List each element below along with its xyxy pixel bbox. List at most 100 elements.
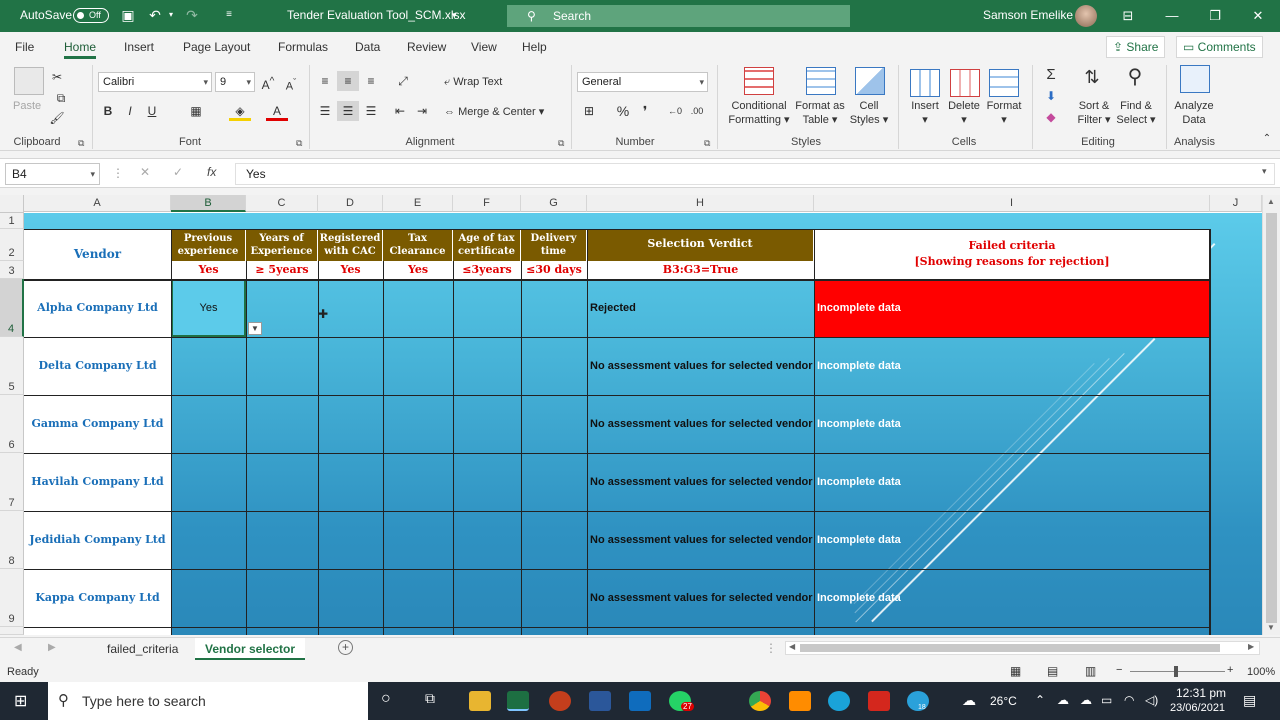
chrome-icon[interactable] — [749, 691, 771, 711]
clock-date[interactable]: 23/06/2021 — [1170, 702, 1225, 714]
failed-criteria-jedidiah[interactable]: Incomplete data — [814, 511, 1210, 569]
tab-page-layout[interactable]: Page Layout — [183, 40, 250, 54]
row-header-5[interactable]: 5 — [0, 337, 24, 395]
paste-icon[interactable] — [14, 67, 44, 95]
alignment-launcher-icon[interactable]: ⧉ — [558, 138, 564, 149]
next-sheet-icon[interactable]: ▶ — [48, 642, 56, 653]
format-as-table-icon[interactable] — [806, 67, 836, 95]
increase-font-icon[interactable]: A^ — [257, 72, 279, 92]
conditional-formatting-icon[interactable] — [744, 67, 774, 95]
select-all-corner[interactable] — [0, 195, 24, 213]
prev-sheet-icon[interactable]: ◀ — [14, 642, 22, 653]
sheet-tab-vendor-selector[interactable]: Vendor selector — [195, 638, 306, 660]
cut-icon[interactable]: ✂ — [46, 67, 68, 87]
scroll-right-icon[interactable]: ▶ — [1248, 642, 1254, 651]
underline-icon[interactable]: U — [141, 101, 163, 121]
font-color-icon[interactable]: A — [266, 101, 288, 121]
row-header-3[interactable]: 3 — [0, 261, 24, 279]
criteria-value-delivery-time[interactable]: ≤30 days — [521, 261, 587, 279]
task-view-icon[interactable]: ⧉ — [425, 690, 435, 707]
criteria-header-years-of-experience[interactable]: Years of Experience — [246, 229, 318, 261]
criteria-value-previous-experience[interactable]: Yes — [171, 261, 246, 279]
column-header-i[interactable]: I — [814, 195, 1210, 212]
font-launcher-icon[interactable]: ⧉ — [296, 138, 302, 149]
number-format-dropdown[interactable]: General — [577, 72, 708, 92]
criteria-value-age-of-tax-certificate[interactable]: ≤3years — [453, 261, 521, 279]
criteria-value-registered-cac[interactable]: Yes — [318, 261, 383, 279]
scroll-up-icon[interactable]: ▲ — [1267, 197, 1275, 206]
clock-time[interactable]: 12:31 pm — [1176, 686, 1226, 700]
failed-criteria-gamma[interactable]: Incomplete data — [814, 395, 1210, 453]
percent-style-icon[interactable]: % — [612, 101, 634, 121]
align-left-icon[interactable]: ☰ — [314, 101, 336, 121]
tab-view[interactable]: View — [471, 40, 497, 54]
autosave-toggle[interactable]: Off — [73, 8, 109, 23]
column-header-h[interactable]: H — [587, 195, 814, 212]
clipboard-launcher-icon[interactable]: ⧉ — [78, 138, 84, 149]
file-explorer-icon[interactable] — [469, 691, 491, 711]
verdict-kappa[interactable]: No assessment values for selected vendor — [587, 569, 814, 627]
delete-cells-icon[interactable] — [950, 69, 980, 97]
row-header-8[interactable]: 8 — [0, 511, 24, 569]
decrease-indent-icon[interactable]: ⇤ — [389, 101, 411, 121]
bold-icon[interactable]: B — [97, 101, 119, 121]
autosum-icon[interactable]: Σ — [1040, 65, 1062, 85]
cancel-icon[interactable]: ✕ — [140, 165, 150, 179]
dropdown-arrow-icon[interactable]: ▼ — [248, 322, 262, 335]
normal-view-icon[interactable]: ▦ — [1010, 664, 1021, 678]
verdict-gamma[interactable]: No assessment values for selected vendor — [587, 395, 814, 453]
video-app-icon[interactable] — [789, 691, 811, 711]
failed-criteria-delta[interactable]: Incomplete data — [814, 337, 1210, 395]
borders-icon[interactable]: ▦ — [185, 101, 207, 121]
copy-icon[interactable]: ⧉ — [50, 88, 72, 108]
criteria-header-previous-experience[interactable]: Previous experience — [171, 229, 246, 261]
failed-criteria-header[interactable]: Failed criteria [Showing reasons for reje… — [814, 229, 1210, 279]
conditional-formatting-button[interactable]: Conditional Formatting ▾ — [725, 99, 793, 127]
format-painter-icon[interactable]: 🖌 — [46, 108, 68, 128]
vendor-header[interactable]: Vendor — [24, 229, 171, 279]
criteria-value-years-of-experience[interactable]: ≥ 5years — [246, 261, 318, 279]
vendor-name-alpha[interactable]: Alpha Company Ltd — [24, 279, 171, 337]
search-box[interactable]: ⚲ Search — [507, 5, 850, 27]
taskbar-search[interactable]: ⚲ Type here to search — [48, 682, 368, 720]
windows-start-icon[interactable]: ⊞ — [14, 691, 27, 711]
fill-icon[interactable]: ⬇ — [1040, 86, 1062, 106]
column-header-a[interactable]: A — [24, 195, 171, 212]
failed-criteria-kappa[interactable]: Incomplete data — [814, 569, 1210, 627]
find-select-icon[interactable]: ⚲ — [1124, 67, 1146, 87]
align-center-icon[interactable]: ☰ — [337, 101, 359, 121]
collapse-ribbon-icon[interactable]: ⌃ — [1256, 129, 1278, 149]
criteria-value-tax-clearance[interactable]: Yes — [383, 261, 453, 279]
zoom-slider-thumb[interactable] — [1174, 666, 1178, 677]
row-header-6[interactable]: 6 — [0, 395, 24, 453]
clear-icon[interactable]: ◆ — [1040, 107, 1062, 127]
verdict-havilah[interactable]: No assessment values for selected vendor — [587, 453, 814, 511]
analyze-data-button[interactable]: Analyze Data — [1170, 99, 1218, 127]
align-middle-icon[interactable]: ≡ — [337, 71, 359, 91]
merge-center-button[interactable]: ⇔ Merge & Center ▾ — [444, 105, 544, 119]
save-icon[interactable]: ▣ — [119, 6, 137, 24]
notifications-icon[interactable]: ▤ — [1243, 692, 1256, 709]
find-select-button[interactable]: Find & Select ▾ — [1114, 99, 1158, 127]
align-top-icon[interactable]: ≡ — [314, 71, 336, 91]
weather-temp[interactable]: 26°C — [990, 694, 1017, 708]
vendor-name-havilah[interactable]: Havilah Company Ltd — [24, 453, 171, 511]
cell-styles-icon[interactable] — [855, 67, 885, 95]
tray-expand-icon[interactable]: ⌃ — [1035, 693, 1045, 707]
zoom-in-icon[interactable]: + — [1227, 664, 1233, 676]
analyze-data-icon[interactable] — [1180, 65, 1210, 93]
tab-insert[interactable]: Insert — [124, 40, 154, 54]
tab-split-handle-icon[interactable]: ⋮ — [765, 641, 777, 655]
increase-indent-icon[interactable]: ⇥ — [411, 101, 433, 121]
tab-help[interactable]: Help — [522, 40, 547, 54]
row-header-2[interactable]: 2 — [0, 229, 24, 261]
vendor-name-next[interactable] — [24, 627, 171, 635]
sheet-tab-failed-criteria[interactable]: failed_criteria — [97, 638, 188, 660]
scroll-left-icon[interactable]: ◀ — [789, 642, 795, 651]
row-header-7[interactable]: 7 — [0, 453, 24, 511]
powerpoint-icon[interactable] — [549, 691, 571, 711]
vendor-name-jedidiah[interactable]: Jedidiah Company Ltd — [24, 511, 171, 569]
column-header-c[interactable]: C — [246, 195, 318, 212]
horizontal-scroll-thumb[interactable] — [800, 644, 1220, 652]
orientation-icon[interactable]: ⤢ — [392, 71, 414, 91]
